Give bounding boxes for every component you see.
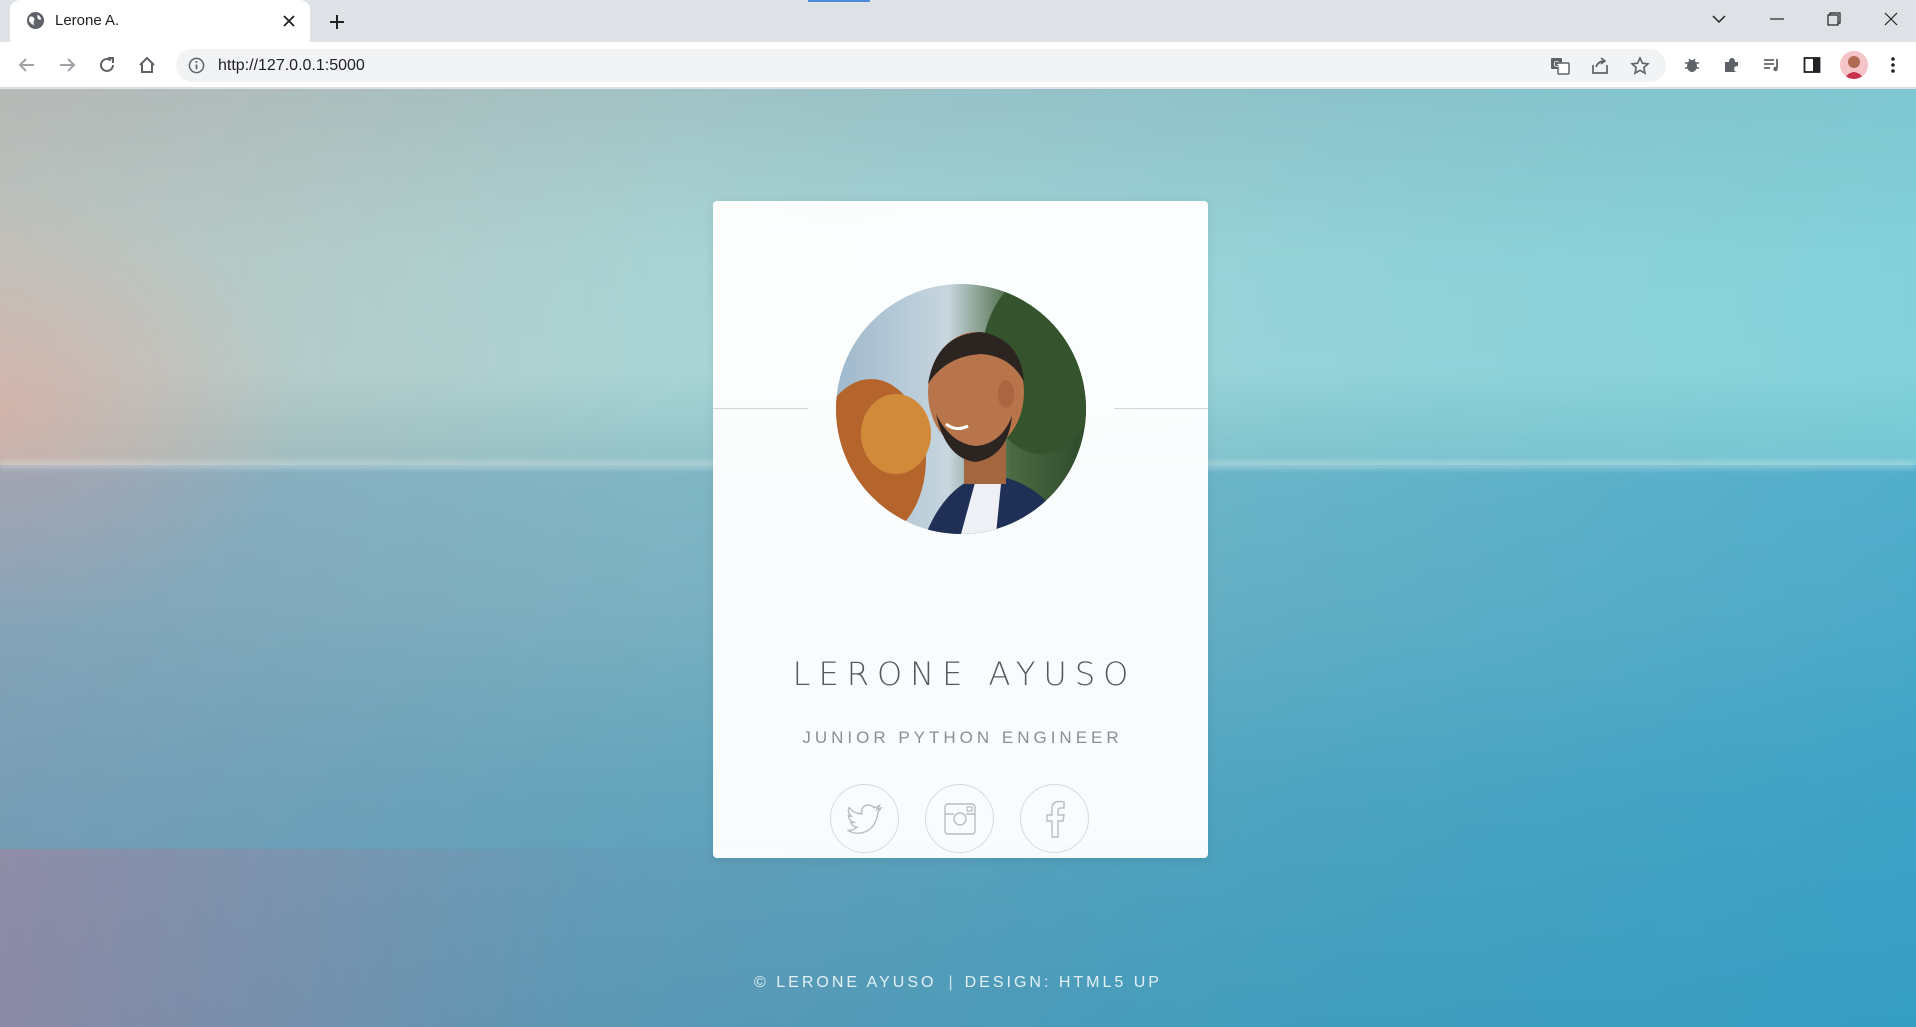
divider-right	[1114, 408, 1208, 409]
tab-title: Lerone A.	[55, 12, 120, 29]
footer-copyright: © LERONE AYUSO	[754, 974, 937, 991]
instagram-link[interactable]	[925, 784, 994, 853]
twitter-link[interactable]	[830, 784, 899, 853]
profile-card: LERONE AYUSO JUNIOR PYTHON ENGINEER	[713, 201, 1208, 858]
address-bar[interactable]: http://127.0.0.1:5000 G	[176, 49, 1666, 82]
twitter-icon	[846, 803, 882, 834]
site-info-icon[interactable]	[188, 57, 205, 74]
footer-separator: |	[948, 974, 953, 991]
tab-loading-indicator	[808, 0, 870, 2]
close-tab-icon[interactable]	[278, 10, 300, 32]
reload-icon[interactable]	[92, 50, 122, 80]
media-control-icon[interactable]	[1757, 50, 1787, 80]
share-icon[interactable]	[1586, 52, 1614, 80]
home-icon[interactable]	[132, 50, 162, 80]
facebook-icon	[1045, 800, 1065, 838]
side-panel-icon[interactable]	[1797, 50, 1827, 80]
background-sea-shade	[0, 849, 1916, 1027]
restore-icon[interactable]	[1819, 4, 1849, 34]
extensions-puzzle-icon[interactable]	[1717, 50, 1747, 80]
translate-icon[interactable]: G	[1546, 52, 1574, 80]
profile-avatar[interactable]	[1840, 51, 1868, 79]
new-tab-icon[interactable]	[324, 9, 350, 35]
close-window-icon[interactable]	[1876, 4, 1906, 34]
instagram-icon	[943, 802, 976, 835]
facebook-link[interactable]	[1020, 784, 1089, 853]
back-icon[interactable]	[12, 50, 42, 80]
divider-left	[713, 408, 808, 409]
browser-toolbar: http://127.0.0.1:5000 G	[0, 42, 1916, 88]
profile-photo	[836, 284, 1086, 534]
browser-menu-icon[interactable]	[1878, 50, 1908, 80]
forward-icon[interactable]	[52, 50, 82, 80]
svg-text:G: G	[1554, 60, 1560, 69]
profile-title: JUNIOR PYTHON ENGINEER	[802, 728, 1123, 747]
tab-strip: Lerone A.	[0, 0, 1916, 42]
page-viewport: LERONE AYUSO JUNIOR PYTHON ENGINEER © LE…	[0, 89, 1916, 1027]
social-links	[713, 784, 1208, 854]
page-footer: © LERONE AYUSO | DESIGN: HTML5 UP	[0, 974, 1916, 992]
footer-design-credit[interactable]: DESIGN: HTML5 UP	[965, 974, 1162, 991]
minimize-icon[interactable]	[1762, 4, 1792, 34]
bug-extension-icon[interactable]	[1677, 50, 1707, 80]
globe-icon	[26, 11, 45, 30]
profile-name: LERONE AYUSO	[792, 655, 1137, 693]
tab-search-icon[interactable]	[1704, 4, 1734, 34]
browser-tab[interactable]: Lerone A.	[10, 0, 310, 42]
bookmark-star-icon[interactable]	[1626, 52, 1654, 80]
url-text[interactable]: http://127.0.0.1:5000	[218, 57, 365, 75]
